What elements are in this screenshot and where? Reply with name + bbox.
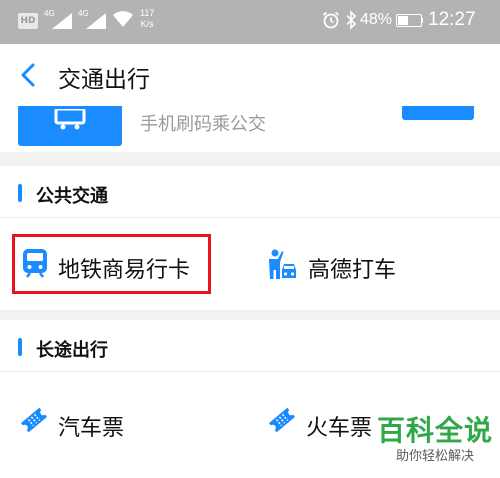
- hd-voice-icon: HD: [18, 13, 38, 29]
- net-speed-unit: K/s: [140, 19, 154, 29]
- signal-1: 4G: [44, 9, 74, 31]
- cell-signal-icon: [52, 13, 72, 29]
- watermark-brand: 百科全说: [376, 414, 493, 447]
- bus-code-subtitle: 手机刷码乘公交: [140, 114, 266, 135]
- bus-icon: [54, 109, 86, 130]
- bus-ticket-label: 汽车票: [58, 416, 125, 441]
- taxi-label: 高德打车: [308, 258, 397, 283]
- watermark-slogan: 助你轻松解决: [395, 449, 474, 464]
- section-accent-bar: [18, 338, 22, 356]
- train-ticket-label: 火车票: [306, 416, 373, 441]
- section-accent-bar: [18, 184, 22, 202]
- net-speed: 117 K/s: [140, 8, 154, 30]
- page-title: 交通出行: [58, 67, 150, 93]
- watermark: 百科全说 助你轻松解决: [376, 414, 494, 466]
- section-title: 公共交通: [36, 186, 108, 207]
- cell-signal-icon: [86, 13, 106, 29]
- battery-icon: [396, 14, 423, 27]
- app-header: 交通出行: [0, 44, 500, 106]
- wifi-icon: [113, 11, 133, 27]
- section-header: 公共交通: [0, 166, 500, 218]
- bus-code-button[interactable]: [18, 106, 122, 146]
- highlight-box: [12, 234, 211, 294]
- taxi-hail-icon: [269, 249, 296, 279]
- net-speed-value: 117: [140, 8, 155, 18]
- bus-code-action-tile[interactable]: [402, 106, 474, 120]
- signal-2: 4G: [78, 9, 108, 31]
- battery-fill: [398, 16, 408, 25]
- section-header: 长途出行: [0, 320, 500, 372]
- bus-ticket-item[interactable]: 汽车票: [20, 398, 160, 448]
- ticket-icon: [20, 407, 48, 433]
- alarm-icon: [322, 11, 340, 29]
- battery-percent: 48%: [360, 11, 393, 28]
- back-arrow-icon[interactable]: [16, 62, 42, 88]
- ticket-icon: [268, 407, 296, 433]
- section-title: 长途出行: [36, 340, 108, 361]
- clock: 12:27: [428, 9, 476, 30]
- status-bar: HD 4G 4G 117 K/s 48% 12:27: [0, 0, 500, 44]
- taxi-item[interactable]: 高德打车: [266, 240, 406, 290]
- bluetooth-icon: [346, 10, 357, 30]
- bus-code-card: 手机刷码乘公交: [0, 106, 500, 152]
